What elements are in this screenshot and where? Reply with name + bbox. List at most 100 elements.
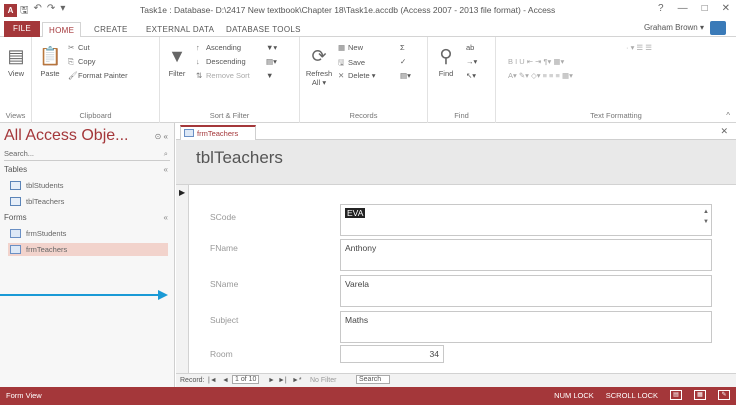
new-blank-record-button[interactable]: ►* [292, 377, 302, 384]
sort-filter-group: ▼ Filter ↑ Ascending ↓ Descending ⇅ Remove … [160, 37, 300, 123]
form-icon [10, 229, 21, 238]
find-button[interactable]: ⚲ Find [434, 45, 458, 78]
nav-pane-title[interactable]: All Access Obje... [4, 127, 129, 145]
font-color-icons[interactable]: A▾ ✎▾ ◇▾ ≡ ≡ ≡ ▦▾ [508, 71, 573, 80]
refresh-all-button[interactable]: ⟳ Refresh All ▾ [304, 45, 334, 87]
view-button[interactable]: ▤ View [4, 45, 28, 78]
subject-field[interactable]: Maths [340, 311, 712, 343]
collapse-ribbon-icon[interactable]: ^ [726, 111, 730, 120]
copy-button[interactable]: ⎘ Copy [68, 57, 96, 67]
filter-status[interactable]: No Filter [310, 377, 336, 384]
binoculars-icon: ⚲ [439, 46, 453, 66]
advanced-filter-icon[interactable]: ▤▾ [266, 57, 277, 66]
tab-home[interactable]: HOME [42, 22, 82, 38]
redo-icon[interactable]: ↷ [47, 3, 55, 20]
view-icon: ▤ [7, 46, 25, 66]
user-name[interactable]: Graham Brown ▾ [644, 23, 704, 32]
new-record-button[interactable]: ▦ New [338, 43, 363, 52]
status-right: NUM LOCK SCROLL LOCK ▤ ▦ ✎ [554, 390, 730, 400]
room-field[interactable]: 34 [340, 345, 444, 363]
selection-filter-icon[interactable]: ▼▾ [266, 43, 277, 52]
access-app-icon[interactable]: A [4, 4, 17, 17]
clipboard-group-label: Clipboard [79, 111, 112, 120]
num-lock-indicator: NUM LOCK [554, 390, 594, 400]
descending-button[interactable]: ↓ Descending [196, 57, 246, 66]
scroll-lock-indicator: SCROLL LOCK [605, 390, 658, 400]
delete-record-button[interactable]: ✕ Delete ▾ [338, 71, 376, 80]
nav-pane-menu-icon[interactable]: ⊙ « [155, 132, 168, 141]
sort-filter-group-label: Sort & Filter [209, 111, 250, 120]
totals-icon[interactable]: Σ [400, 43, 405, 52]
form-view-icon[interactable]: ▤ [670, 390, 682, 400]
field-scrollbar[interactable]: ▲ ▼ [703, 207, 709, 227]
goto-icon[interactable]: →▾ [466, 57, 477, 66]
ribbon: ▤ View Views 📋 Paste ✂ Cut ⎘ Copy 🖌Format … [0, 37, 736, 123]
avatar[interactable] [710, 21, 726, 35]
text-formatting-group-label: Text Formatting [590, 111, 642, 120]
bullets-icon[interactable]: · ▾ ☰ ☰ [626, 43, 652, 52]
nav-section-tables[interactable]: Tables « [4, 165, 170, 174]
first-record-button[interactable]: |◄ [208, 377, 217, 384]
brush-icon: 🖌 [68, 71, 78, 80]
tab-file[interactable]: FILE [4, 21, 40, 37]
tab-database-tools[interactable]: DATABASE TOOLS [220, 22, 307, 37]
tab-external-data[interactable]: EXTERNAL DATA [140, 22, 220, 37]
sname-field[interactable]: Varela [340, 275, 712, 307]
nav-item-frmteachers[interactable]: frmTeachers [8, 243, 168, 256]
form-icon [184, 129, 194, 137]
cut-button[interactable]: ✂ Cut [68, 43, 90, 52]
nav-item-tblteachers[interactable]: tblTeachers [8, 195, 168, 208]
nav-search-input[interactable]: Search... ⌕ [4, 149, 170, 161]
sort-descending-icon: ↓ [196, 57, 200, 66]
customize-qat-icon[interactable]: ▾ [60, 3, 65, 20]
design-view-icon[interactable]: ✎ [718, 390, 730, 400]
spelling-icon[interactable]: ✓ [400, 57, 406, 66]
nav-section-forms[interactable]: Forms « [4, 213, 170, 222]
tab-create[interactable]: CREATE [88, 22, 134, 37]
nav-item-frmstudents[interactable]: frmStudents [8, 227, 168, 240]
fname-field[interactable]: Anthony [340, 239, 712, 271]
table-icon [10, 181, 21, 190]
field-label-fname: FName [210, 243, 238, 253]
toggle-filter-icon[interactable]: ▼ [266, 71, 273, 80]
remove-sort-button[interactable]: ⇅ Remove Sort [196, 71, 250, 80]
last-record-button[interactable]: ►| [278, 377, 287, 384]
filter-button[interactable]: ▼ Filter [164, 45, 190, 78]
maximize-button[interactable]: □ [702, 3, 708, 14]
current-record-input[interactable]: 1 of 10 [232, 375, 260, 384]
previous-record-button[interactable]: ◄ [222, 377, 229, 384]
layout-view-icon[interactable]: ▦ [694, 390, 706, 400]
undo-icon[interactable]: ↶ [34, 3, 42, 20]
window-controls: ? — □ ✕ [658, 3, 730, 14]
replace-icon[interactable]: ab [466, 43, 474, 52]
sort-ascending-icon: ↑ [196, 43, 200, 52]
paste-button[interactable]: 📋 Paste [36, 45, 64, 78]
close-button[interactable]: ✕ [722, 3, 730, 14]
tab-frmteachers[interactable]: frmTeachers [180, 125, 256, 140]
nav-item-tblstudents[interactable]: tblStudents [8, 179, 168, 192]
save-record-button[interactable]: 🖫 Save [338, 57, 365, 70]
scode-field[interactable]: EVA ▲ ▼ [340, 204, 712, 236]
navigation-pane: All Access Obje... ⊙ « Search... ⌕ Table… [0, 123, 175, 387]
next-record-button[interactable]: ► [268, 377, 275, 384]
record-search-input[interactable]: Search [356, 375, 391, 384]
more-records-icon[interactable]: ▤▾ [400, 71, 411, 80]
title-bar: A 🖫 ↶ ↷ ▾ Task1e : Database- D:\2417 New… [0, 0, 736, 20]
minimize-button[interactable]: — [678, 3, 688, 14]
help-button[interactable]: ? [658, 3, 664, 14]
status-bar: Form View NUM LOCK SCROLL LOCK ▤ ▦ ✎ [0, 387, 736, 405]
save-icon[interactable]: 🖫 [20, 3, 29, 20]
text-formatting-group: · ▾ ☰ ☰ B I U ⇤ ⇥ ¶▾ ▦▾ A▾ ✎▾ ◇▾ ≡ ≡ ≡ ▦… [496, 37, 736, 123]
select-icon[interactable]: ↖▾ [466, 71, 476, 80]
format-painter-button[interactable]: 🖌Format Painter [68, 71, 128, 80]
field-label-sname: SName [210, 279, 239, 289]
close-document-icon[interactable]: ✕ [720, 126, 728, 137]
status-view-name: Form View [6, 391, 42, 400]
form-header: tblTeachers [176, 140, 736, 185]
ribbon-tabs: FILE HOME CREATE EXTERNAL DATA DATABASE … [0, 20, 736, 38]
record-selector[interactable]: ▶ [176, 185, 189, 373]
font-style-icons[interactable]: B I U ⇤ ⇥ ¶▾ ▦▾ [508, 57, 564, 66]
scissors-icon: ✂ [68, 43, 75, 52]
field-label-subject: Subject [210, 315, 239, 325]
ascending-button[interactable]: ↑ Ascending [196, 43, 241, 52]
